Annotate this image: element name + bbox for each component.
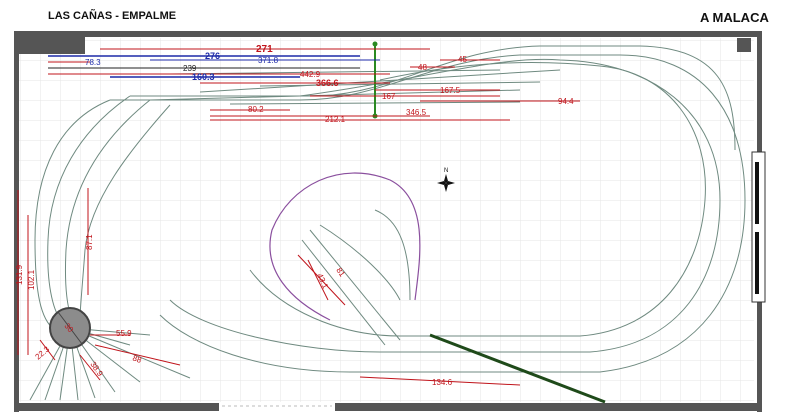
corner-block-left (17, 35, 85, 54)
dim-48: 48 (418, 63, 427, 72)
right-window (751, 151, 766, 303)
dim-271: 271 (256, 44, 273, 55)
dim-55-9: 55.9 (116, 329, 132, 338)
dim-134-6: 134.6 (432, 378, 453, 387)
dim-167: 167 (382, 92, 396, 101)
dim-160-3: 160.3 (192, 72, 215, 82)
dim-276: 276 (205, 51, 220, 61)
wall-bottom-right (335, 403, 762, 411)
dim-346-5: 346.5 (406, 108, 427, 117)
dim-366-6: 366.6 (316, 78, 339, 88)
dim-371-8: 371.8 (258, 56, 279, 65)
dim-45: 45 (458, 55, 467, 64)
dim-212-1: 212.1 (325, 115, 346, 124)
compass-north-label: N (444, 168, 448, 174)
wall-top (14, 31, 762, 37)
dim-102-1: 102.1 (27, 269, 36, 290)
dim-94-4: 94.4 (558, 97, 574, 106)
corner-block-right (737, 38, 751, 52)
dim-80-2: 80.2 (248, 105, 264, 114)
layout-plan-canvas: LAS CAÑAS - EMPALME A MALACA N 271 276 7… (0, 0, 800, 418)
wall-bottom-left (14, 403, 219, 411)
dim-78-3: 78.3 (85, 58, 101, 67)
dim-167-5: 167.5 (440, 86, 461, 95)
track-plan-svg: N 271 276 78.3 371.8 239 160.3 442.9 366… (14, 31, 766, 412)
dim-131-9: 131.9 (15, 264, 24, 285)
dim-87-1: 87.1 (85, 234, 94, 250)
